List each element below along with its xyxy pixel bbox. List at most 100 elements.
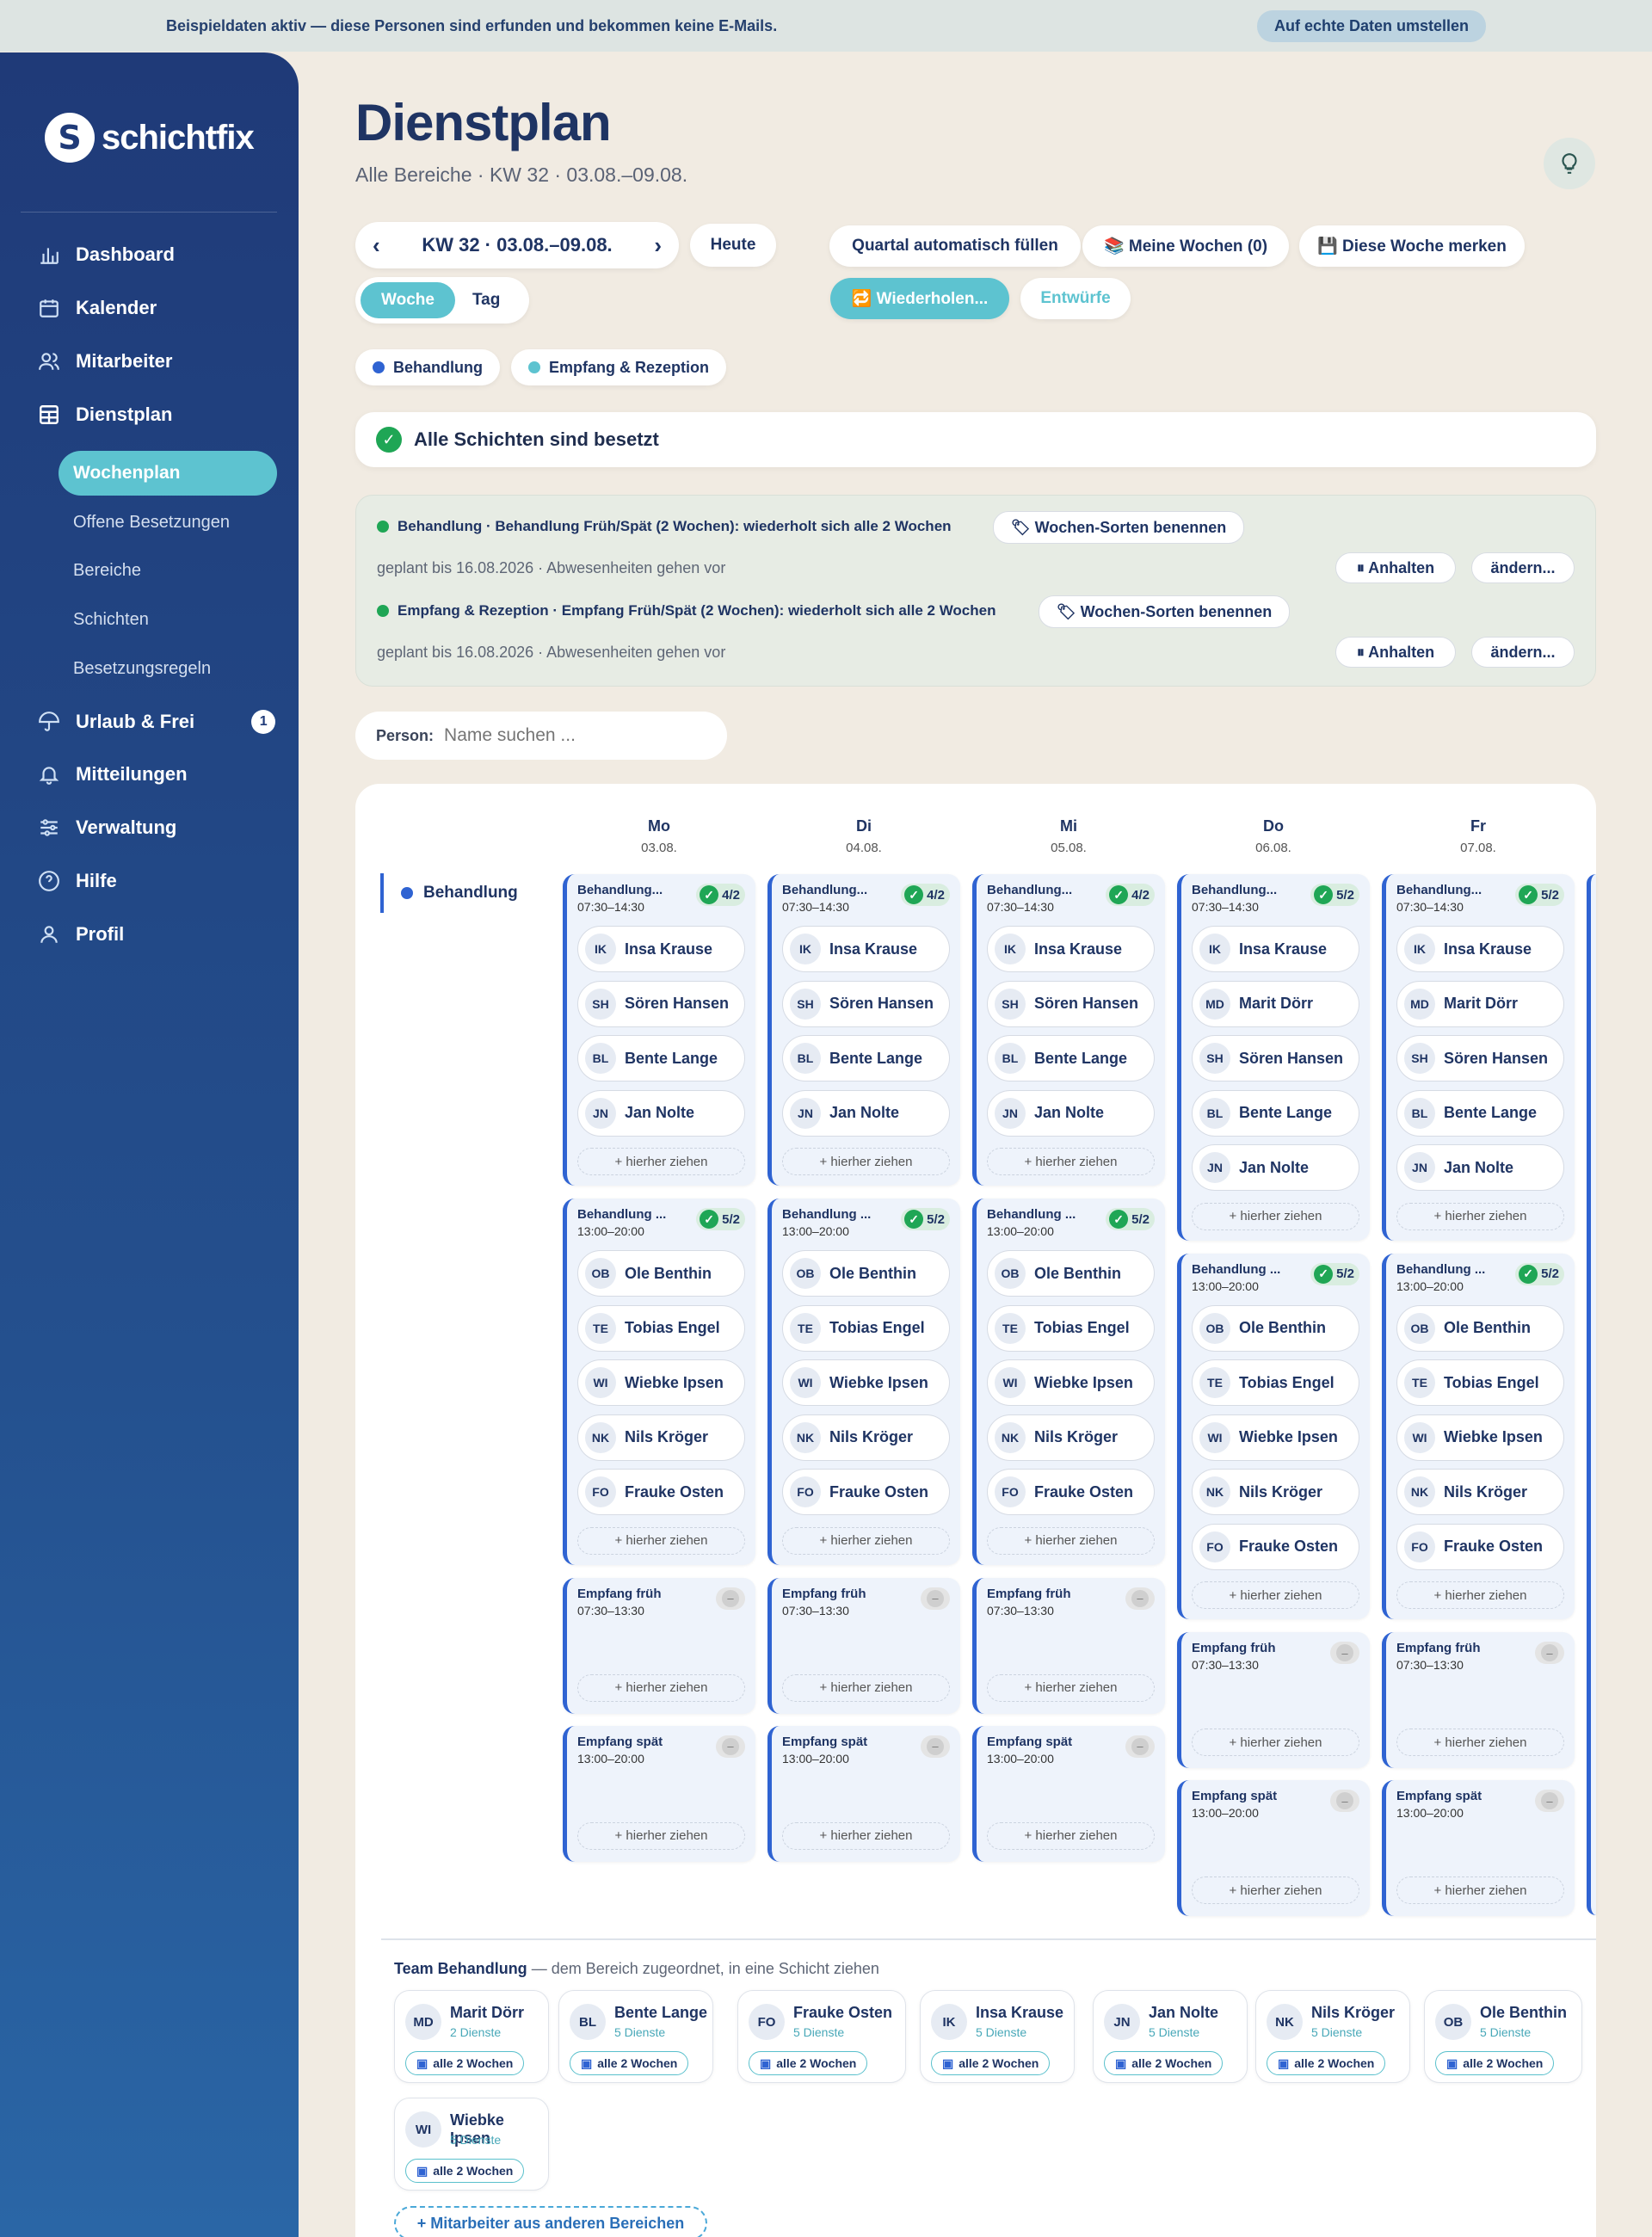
drop-zone[interactable]: + hierher ziehen <box>1192 1581 1359 1609</box>
assigned-person[interactable]: SH Sören Hansen <box>577 980 745 1027</box>
assigned-person[interactable]: WI Wiebke Ipsen <box>577 1359 745 1406</box>
drop-zone[interactable]: + hierher ziehen <box>1192 1729 1359 1756</box>
assigned-person[interactable]: BL Bente Lange <box>1396 1089 1564 1137</box>
add-other-area-staff-button[interactable]: + Mitarbeiter aus anderen Bereichen <box>394 2206 707 2237</box>
repeat-button[interactable]: 🔁 Wiederholen... <box>830 278 1009 319</box>
prev-week-icon[interactable]: ‹ <box>373 232 380 259</box>
sidebar-item-verwaltung[interactable]: Verwaltung <box>38 817 176 839</box>
assigned-person[interactable]: IK Insa Krause <box>1396 926 1564 972</box>
name-week-types-button[interactable]: 🏷 Wochen-Sorten benennen <box>993 511 1244 544</box>
drop-zone[interactable]: + hierher ziehen <box>782 1148 950 1175</box>
sidebar-subitem-offene-besetzungen[interactable]: Offene Besetzungen <box>73 513 230 533</box>
team-member-card[interactable]: MD Marit Dörr 2 Dienste ▣ alle 2 Wochen <box>394 1990 549 2083</box>
assigned-person[interactable]: FO Frauke Osten <box>1192 1523 1359 1570</box>
drop-zone[interactable]: + hierher ziehen <box>1396 1202 1564 1230</box>
remember-week-button[interactable]: 💾 Diese Woche merken <box>1299 225 1525 267</box>
team-member-card[interactable]: IK Insa Krause 5 Dienste ▣ alle 2 Wochen <box>920 1990 1075 2083</box>
drop-zone[interactable]: + hierher ziehen <box>577 1148 745 1175</box>
sidebar-subitem-schichten[interactable]: Schichten <box>73 610 149 630</box>
sidebar-item-profil[interactable]: Profil <box>38 923 124 946</box>
team-member-card[interactable]: BL Bente Lange 5 Dienste ▣ alle 2 Wochen <box>558 1990 713 2083</box>
sidebar-item-mitteilungen[interactable]: Mitteilungen <box>38 763 188 786</box>
drop-zone[interactable]: + hierher ziehen <box>577 1526 745 1555</box>
drop-zone[interactable]: + hierher ziehen <box>987 1148 1155 1175</box>
name-week-types-button[interactable]: 🏷 Wochen-Sorten benennen <box>1039 595 1290 628</box>
logo[interactable]: S schichtfix <box>45 113 255 163</box>
team-member-card[interactable]: JN Jan Nolte 5 Dienste ▣ alle 2 Wochen <box>1093 1990 1248 2083</box>
sidebar-subitem-bereiche[interactable]: Bereiche <box>73 561 141 581</box>
next-week-icon[interactable]: › <box>654 232 662 259</box>
assigned-person[interactable]: WI Wiebke Ipsen <box>1192 1414 1359 1461</box>
tips-button[interactable] <box>1544 138 1595 189</box>
assigned-person[interactable]: FO Frauke Osten <box>577 1469 745 1515</box>
assigned-person[interactable]: OB Ole Benthin <box>1396 1304 1564 1352</box>
assigned-person[interactable]: JN Jan Nolte <box>1192 1144 1359 1191</box>
drop-zone[interactable]: + hierher ziehen <box>1192 1876 1359 1904</box>
assigned-person[interactable]: BL Bente Lange <box>987 1035 1155 1082</box>
team-member-card[interactable]: OB Ole Benthin 5 Dienste ▣ alle 2 Wochen <box>1424 1990 1582 2083</box>
drop-zone[interactable]: + hierher ziehen <box>577 1673 745 1702</box>
assigned-person[interactable]: SH Sören Hansen <box>1396 1035 1564 1082</box>
drop-zone[interactable]: + hierher ziehen <box>577 1821 745 1850</box>
assigned-person[interactable]: WI Wiebke Ipsen <box>987 1359 1155 1406</box>
assigned-person[interactable]: SH Sören Hansen <box>987 980 1155 1027</box>
drop-zone[interactable]: + hierher ziehen <box>1396 1581 1564 1609</box>
assigned-person[interactable]: SH Sören Hansen <box>1192 1035 1359 1082</box>
my-weeks-button[interactable]: 📚 Meine Wochen (0) <box>1082 225 1289 267</box>
sidebar-item-mitarbeiter[interactable]: Mitarbeiter <box>38 350 172 373</box>
assigned-person[interactable]: JN Jan Nolte <box>987 1089 1155 1137</box>
drop-zone[interactable]: + hierher ziehen <box>782 1526 950 1555</box>
assigned-person[interactable]: TE Tobias Engel <box>987 1304 1155 1352</box>
assigned-person[interactable]: TE Tobias Engel <box>1192 1359 1359 1406</box>
assigned-person[interactable]: IK Insa Krause <box>577 926 745 972</box>
drop-zone[interactable]: + hierher ziehen <box>782 1673 950 1702</box>
team-member-card[interactable]: WI Wiebke Ipsen 5 Dienste ▣ alle 2 Wochen <box>394 2098 549 2191</box>
assigned-person[interactable]: IK Insa Krause <box>1192 926 1359 972</box>
drop-zone[interactable]: + hierher ziehen <box>1192 1202 1359 1230</box>
sidebar-item-dienstplan[interactable]: Dienstplan <box>38 404 172 426</box>
sidebar-item-dashboard[interactable]: Dashboard <box>38 243 175 266</box>
view-week-tab[interactable]: Woche <box>361 282 455 318</box>
filter-empfang[interactable]: Empfang & Rezeption <box>511 349 726 385</box>
assigned-person[interactable]: TE Tobias Engel <box>782 1304 950 1352</box>
filter-behandlung[interactable]: Behandlung <box>355 349 500 385</box>
assigned-person[interactable]: OB Ole Benthin <box>782 1250 950 1297</box>
assigned-person[interactable]: NK Nils Kröger <box>782 1414 950 1461</box>
assigned-person[interactable]: NK Nils Kröger <box>1396 1469 1564 1515</box>
assigned-person[interactable]: WI Wiebke Ipsen <box>782 1359 950 1406</box>
assigned-person[interactable]: OB Ole Benthin <box>577 1250 745 1297</box>
assigned-person[interactable]: FO Frauke Osten <box>782 1469 950 1515</box>
assigned-person[interactable]: SH Sören Hansen <box>782 980 950 1027</box>
assigned-person[interactable]: FO Frauke Osten <box>987 1469 1155 1515</box>
pause-button[interactable]: ⏸ Anhalten <box>1335 637 1456 668</box>
assigned-person[interactable]: NK Nils Kröger <box>1192 1469 1359 1515</box>
assigned-person[interactable]: TE Tobias Engel <box>1396 1359 1564 1406</box>
sidebar-item-hilfe[interactable]: Hilfe <box>38 870 117 892</box>
fill-quarter-button[interactable]: Quartal automatisch füllen <box>829 225 1081 267</box>
change-button[interactable]: ändern... <box>1471 552 1575 583</box>
drop-zone[interactable]: + hierher ziehen <box>782 1821 950 1850</box>
view-day-tab[interactable]: Tag <box>464 291 509 310</box>
drop-zone[interactable]: + hierher ziehen <box>987 1526 1155 1555</box>
search-input[interactable] <box>444 725 703 746</box>
sidebar-item-urlaub[interactable]: Urlaub & Frei 1 <box>38 710 276 734</box>
assigned-person[interactable]: TE Tobias Engel <box>577 1304 745 1352</box>
assigned-person[interactable]: JN Jan Nolte <box>577 1089 745 1137</box>
drop-zone[interactable]: + hierher ziehen <box>987 1673 1155 1702</box>
assigned-person[interactable]: OB Ole Benthin <box>1192 1304 1359 1352</box>
sidebar-subitem-wochenplan[interactable]: Wochenplan <box>59 451 277 496</box>
assigned-person[interactable]: BL Bente Lange <box>577 1035 745 1082</box>
change-button[interactable]: ändern... <box>1471 637 1575 668</box>
assigned-person[interactable]: MD Marit Dörr <box>1396 980 1564 1027</box>
team-member-card[interactable]: NK Nils Kröger 5 Dienste ▣ alle 2 Wochen <box>1255 1990 1410 2083</box>
assigned-person[interactable]: IK Insa Krause <box>782 926 950 972</box>
assigned-person[interactable]: NK Nils Kröger <box>577 1414 745 1461</box>
sidebar-subitem-besetzungsregeln[interactable]: Besetzungsregeln <box>73 659 211 679</box>
drafts-button[interactable]: Entwürfe <box>1020 278 1131 319</box>
assigned-person[interactable]: MD Marit Dörr <box>1192 980 1359 1027</box>
assigned-person[interactable]: FO Frauke Osten <box>1396 1523 1564 1570</box>
team-member-card[interactable]: FO Frauke Osten 5 Dienste ▣ alle 2 Wochen <box>737 1990 906 2083</box>
sidebar-item-kalender[interactable]: Kalender <box>38 297 157 319</box>
drop-zone[interactable]: + hierher ziehen <box>1396 1876 1564 1904</box>
drop-zone[interactable]: + hierher ziehen <box>1396 1729 1564 1756</box>
